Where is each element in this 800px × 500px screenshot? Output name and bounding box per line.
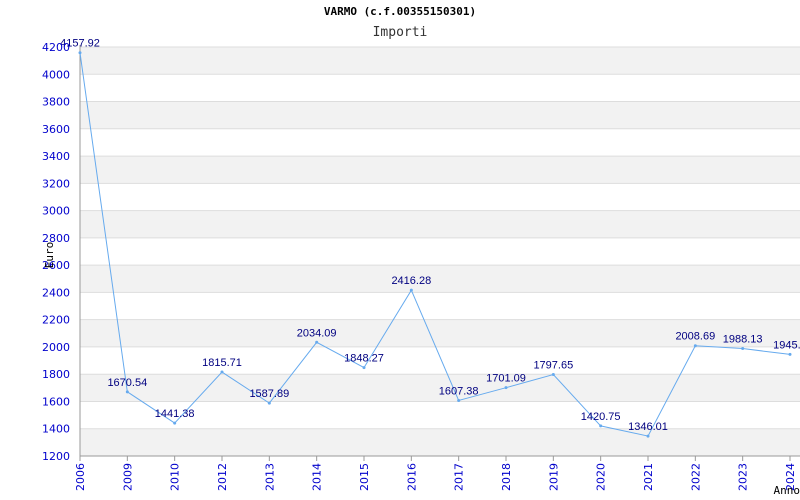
data-label: 1346.01 — [628, 421, 668, 433]
x-tick-label: 2009 — [121, 463, 134, 491]
x-tick-label: 2010 — [169, 463, 182, 491]
data-label: 1441.38 — [155, 408, 195, 420]
x-tick-label: 2012 — [216, 463, 229, 491]
x-tick-labels: 2006 2009 2010 2012 2013 2014 2015 2016 2017 2018… — [74, 456, 797, 491]
data-label: 1815.71 — [202, 357, 242, 369]
data-point — [315, 340, 319, 344]
data-point — [741, 347, 745, 351]
y-tick-label: 4200 — [42, 41, 70, 54]
data-point — [693, 344, 697, 348]
x-tick-label: 2021 — [642, 463, 655, 491]
data-label: 1797.65 — [533, 360, 573, 372]
grid-band — [80, 101, 800, 129]
y-tick-label: 1600 — [42, 395, 70, 408]
y-tick-label: 2200 — [42, 314, 70, 327]
x-tick-label: 2015 — [358, 463, 371, 491]
x-tick-label: 2016 — [405, 463, 418, 491]
x-axis-label: Anno — [774, 484, 800, 497]
y-tick-label: 1800 — [42, 368, 70, 381]
data-point — [599, 424, 603, 428]
data-label: 2034.09 — [297, 327, 337, 339]
y-tick-label: 4000 — [42, 68, 70, 81]
grid-band — [80, 428, 800, 456]
data-label: 1587.89 — [249, 388, 289, 400]
x-tick-label: 2013 — [263, 463, 276, 491]
x-tick-label: 2017 — [453, 463, 466, 491]
x-tick-label: 2006 — [74, 463, 87, 491]
grid-band — [80, 47, 800, 75]
data-label: 1945.2 — [773, 339, 800, 351]
x-tick-label: 2014 — [311, 463, 324, 491]
grid-band — [80, 210, 800, 238]
data-label: 2008.69 — [675, 331, 715, 343]
y-tick-label: 1400 — [42, 423, 70, 436]
data-point — [267, 401, 271, 405]
line-chart: 4157.921670.541441.381815.711587.892034.… — [42, 38, 800, 497]
data-label: 1988.13 — [723, 334, 763, 346]
y-tick-label: 3400 — [42, 150, 70, 163]
data-point — [457, 398, 461, 402]
y-tick-label: 3800 — [42, 96, 70, 109]
data-point — [788, 352, 792, 356]
y-tick-label: 3000 — [42, 205, 70, 218]
y-axis-label: Euro — [43, 242, 56, 269]
y-tick-label: 3200 — [42, 177, 70, 190]
data-point — [220, 370, 224, 374]
x-tick-label: 2022 — [689, 463, 702, 491]
data-label: 1420.75 — [581, 411, 621, 423]
data-label: 1701.09 — [486, 373, 526, 385]
x-tick-label: 2020 — [595, 463, 608, 491]
data-point — [362, 366, 366, 370]
data-label: 1848.27 — [344, 353, 384, 365]
x-tick-label: 2018 — [500, 463, 513, 491]
data-label: 2416.28 — [391, 275, 431, 287]
data-point — [125, 390, 129, 394]
data-label: 1670.54 — [107, 377, 147, 389]
grid-band — [80, 156, 800, 184]
y-tick-label: 2400 — [42, 286, 70, 299]
data-point — [409, 288, 413, 292]
y-tick-label: 2000 — [42, 341, 70, 354]
data-point — [551, 373, 555, 377]
y-tick-label: 1200 — [42, 450, 70, 463]
x-tick-label: 2023 — [737, 463, 750, 491]
x-tick-label: 2019 — [547, 463, 560, 491]
y-tick-label: 3600 — [42, 123, 70, 136]
grid-band — [80, 265, 800, 293]
data-point — [173, 421, 177, 425]
data-point — [646, 434, 650, 438]
data-point — [78, 51, 82, 55]
data-point — [504, 386, 508, 390]
data-label: 1607.38 — [439, 385, 479, 397]
